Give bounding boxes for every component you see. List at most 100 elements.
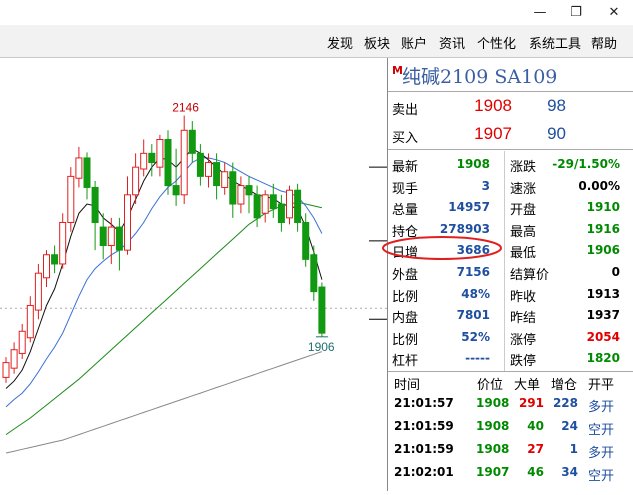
ticks-col-type: 开平 [588, 378, 615, 393]
tick-row[interactable]: 21:01:59 1908 27 1 多开 [388, 442, 633, 464]
stat-label: 速涨 [510, 181, 537, 197]
ticks-header: 时间 价位 大单 增仓 开平 [388, 374, 633, 396]
stat-label: 涨跌 [510, 160, 537, 175]
candle-body [34, 272, 42, 311]
menu-personalize[interactable]: 个性化 [477, 33, 516, 52]
contract-title[interactable]: 纯碱2109 SA109 [402, 62, 557, 89]
stat-label: 外盘 [392, 268, 419, 283]
ticks-col-oi: 增仓 [551, 378, 578, 393]
stat-value: 1916 [586, 221, 620, 236]
tick-row[interactable]: 21:01:57 1908 291 228 多开 [388, 396, 633, 418]
stat-value: 0.00% [578, 178, 620, 193]
candle-body [237, 185, 245, 205]
stats-row: 外盘 7156 结算价 0 [388, 261, 633, 283]
candle-body [229, 171, 237, 205]
tick-price: 1908 [476, 419, 510, 433]
bid-qty: 90 [547, 124, 566, 143]
bid-price: 1907 [474, 124, 512, 143]
stat-value: 2054 [586, 329, 620, 344]
candle-body [91, 186, 99, 223]
stat-label: 比例 [392, 289, 419, 305]
tick-oi-change: 24 [561, 419, 578, 433]
high-price-label: 2146 [172, 101, 199, 115]
close-icon[interactable]: ✕ [596, 0, 632, 25]
menu-account[interactable]: 账户 [401, 33, 427, 52]
menu-discover[interactable]: 发现 [327, 33, 353, 52]
candle-body [253, 194, 261, 219]
candle-body [318, 286, 326, 334]
tick-oi-change: 34 [561, 465, 578, 479]
candle-body [115, 226, 123, 251]
menu-bar: 发现 板块 账户 资讯 个性化 系统工具 帮助 [0, 25, 633, 58]
candle-body [205, 162, 212, 177]
candle-body [59, 221, 67, 265]
candle-body [310, 254, 318, 293]
ticks-col-price: 价位 [477, 378, 504, 393]
title-bar: — ❐ ✕ [0, 0, 633, 25]
stat-label: 昨结 [510, 311, 537, 327]
stat-label: 现手 [392, 181, 419, 197]
stats-row: 现手 3 速涨 0.00% [388, 175, 633, 197]
candle-body [107, 226, 115, 247]
menu-news[interactable]: 资讯 [439, 33, 465, 52]
stats-row: 总量 14957 开盘 1910 [388, 196, 633, 218]
ma-fast-line [5, 148, 323, 389]
kline-chart[interactable]: 2146 1906 [0, 58, 387, 491]
menu-sector[interactable]: 板块 [364, 33, 390, 52]
tick-time: 21:01:59 [394, 419, 454, 433]
contract-header: M 纯碱2109 SA109 [388, 58, 633, 92]
stat-value: 3 [481, 178, 490, 193]
bid-label: 买入 [392, 131, 419, 146]
tick-row[interactable]: 21:02:01 1907 46 34 空开 [388, 465, 633, 487]
candle-body [124, 194, 131, 251]
quote-panel: M 纯碱2109 SA109 卖出 1908 98 买入 1907 90 最新 1… [382, 58, 633, 491]
ticks-col-time: 时间 [394, 378, 421, 393]
stat-value: -29/1.50% [552, 157, 620, 171]
candle-body [213, 162, 221, 187]
highlight-ellipse [382, 236, 502, 260]
ask-row: 卖出 1908 98 [388, 96, 633, 118]
tick-big-order: 291 [518, 396, 544, 410]
stat-label: 开盘 [510, 203, 537, 219]
stat-value: 1937 [586, 308, 620, 323]
stat-value: 1820 [586, 351, 620, 366]
minimize-icon[interactable]: — [522, 0, 558, 25]
tick-row[interactable]: 21:01:59 1908 40 24 空开 [388, 419, 633, 441]
stat-value: 7801 [456, 308, 490, 323]
candle-body [188, 129, 196, 154]
tick-oi-change: 1 [569, 442, 578, 456]
menu-help[interactable]: 帮助 [591, 33, 617, 52]
tick-type: 多开 [588, 400, 615, 415]
candle-body [302, 221, 310, 260]
stat-value: ----- [465, 351, 490, 366]
ma-slow-line [5, 201, 323, 436]
tick-time: 21:01:59 [394, 442, 454, 456]
stat-value: 52% [461, 329, 490, 344]
stat-label: 内盘 [392, 311, 419, 327]
ask-label: 卖出 [392, 103, 419, 118]
stats-row: 比例 52% 涨停 2054 [388, 326, 633, 348]
low-price-label: 1906 [308, 340, 335, 354]
stat-value: 48% [461, 286, 490, 301]
stat-value: 7156 [456, 265, 490, 279]
stat-value: 1908 [456, 157, 490, 171]
tick-time: 21:02:01 [394, 465, 454, 479]
stat-label: 最高 [510, 224, 537, 240]
stat-value: 1913 [586, 286, 620, 301]
ask-price: 1908 [474, 96, 512, 115]
tick-big-order: 40 [527, 419, 544, 433]
ma-long-line [5, 351, 323, 454]
tick-time: 21:01:57 [394, 396, 454, 410]
stat-label: 最新 [392, 160, 419, 175]
restore-icon[interactable]: ❐ [558, 0, 594, 25]
candle-body [148, 152, 156, 164]
candle-body [26, 304, 34, 339]
stats-row: 比例 48% 昨收 1913 [388, 283, 633, 305]
ticks-col-bigorder: 大单 [514, 378, 541, 393]
candle-body [221, 171, 229, 188]
candle-body [140, 152, 148, 170]
candle-body [164, 138, 172, 187]
candle-body [51, 254, 59, 265]
menu-system-tools[interactable]: 系统工具 [529, 33, 581, 52]
stat-label: 总量 [392, 203, 419, 219]
